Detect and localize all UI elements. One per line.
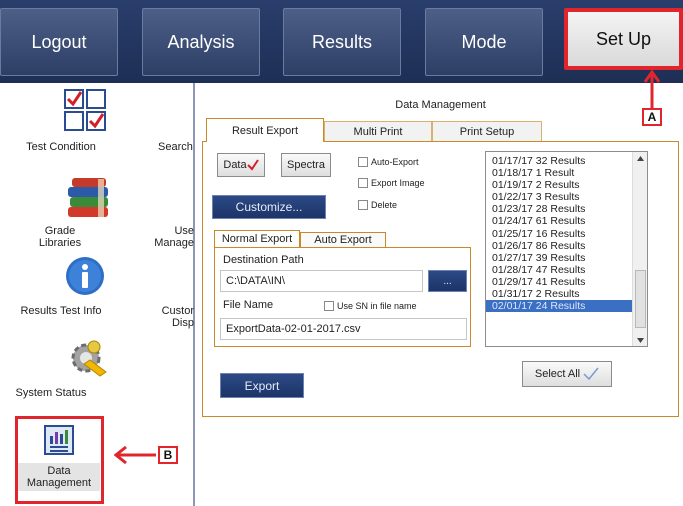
list-item[interactable]: 01/26/17 86 Results <box>486 240 647 252</box>
sidebar-item-user-management[interactable]: Use Manage <box>152 225 194 249</box>
list-item[interactable]: 01/18/17 1 Result <box>486 167 647 179</box>
subtab-normal-export[interactable]: Normal Export <box>214 230 300 247</box>
setup-button[interactable]: Set Up <box>564 8 683 70</box>
use-sn-label: Use SN in file name <box>337 301 417 311</box>
sidebar: Test Condition Search Grade Libraries Us… <box>0 83 195 506</box>
spectra-button[interactable]: Spectra <box>281 153 331 177</box>
sidebar-item-grade-libraries[interactable]: Grade Libraries <box>25 225 95 249</box>
tab-result-export[interactable]: Result Export <box>206 118 324 142</box>
logout-button[interactable]: Logout <box>0 8 118 76</box>
checkmark-icon <box>246 159 259 171</box>
select-all-label: Select All <box>534 368 581 380</box>
auto-export-box[interactable] <box>358 157 368 167</box>
select-all-button[interactable]: Select All <box>522 361 612 387</box>
results-list-scrollbar[interactable] <box>632 152 647 346</box>
auto-export-label: Auto-Export <box>371 157 419 167</box>
mode-button[interactable]: Mode <box>425 8 543 76</box>
file-name-input[interactable]: ExportData-02-01-2017.csv <box>220 318 467 340</box>
use-sn-box[interactable] <box>324 301 334 311</box>
auto-export-checkbox[interactable]: Auto-Export <box>358 157 419 167</box>
sidebar-display-label: Disp <box>171 317 194 329</box>
export-image-label: Export Image <box>371 178 425 188</box>
list-item[interactable]: 01/22/17 3 Results <box>486 191 647 203</box>
test-condition-icon[interactable] <box>64 89 106 131</box>
tab-print-setup[interactable]: Print Setup <box>432 121 542 141</box>
list-item[interactable]: 01/19/17 2 Results <box>486 179 647 191</box>
callout-label-a: A <box>642 108 662 126</box>
checkmark-icon <box>583 367 599 381</box>
delete-box[interactable] <box>358 200 368 210</box>
results-list-items: 01/17/17 32 Results 01/18/17 1 Result 01… <box>486 152 647 313</box>
delete-label: Delete <box>371 200 398 210</box>
scroll-down-icon[interactable] <box>637 338 644 343</box>
books-icon[interactable] <box>66 177 110 221</box>
scroll-thumb[interactable] <box>635 270 646 328</box>
customize-button[interactable]: Customize... <box>212 195 326 219</box>
data-button-label: Data <box>223 159 247 171</box>
spectra-button-label: Spectra <box>287 159 325 171</box>
results-list[interactable]: 01/17/17 32 Results 01/18/17 1 Result 01… <box>485 151 648 347</box>
export-image-checkbox[interactable]: Export Image <box>358 178 425 188</box>
list-item[interactable]: 01/28/17 47 Results <box>486 264 647 276</box>
destination-path-label: Destination Path <box>223 254 304 266</box>
callout-label-b: B <box>158 446 178 464</box>
list-item[interactable]: 01/29/17 41 Results <box>486 276 647 288</box>
sidebar-item-search[interactable]: Search <box>158 141 194 153</box>
list-item[interactable]: 01/27/17 39 Results <box>486 252 647 264</box>
sidebar-item-results-test-info[interactable]: Results Test Info <box>18 305 104 317</box>
use-sn-checkbox[interactable]: Use SN in file name <box>324 301 417 311</box>
data-button[interactable]: Data <box>217 153 265 177</box>
panel-title: Data Management <box>395 99 486 111</box>
subtab-auto-export[interactable]: Auto Export <box>300 232 386 247</box>
top-nav-bar: Logout Analysis Results Mode Set Up <box>0 0 683 83</box>
list-item[interactable]: 01/31/17 2 Results <box>486 288 647 300</box>
sidebar-item-custom-display[interactable]: Custor Disp <box>150 305 194 329</box>
callout-arrow-a-icon <box>643 70 661 108</box>
scroll-up-icon[interactable] <box>637 156 644 161</box>
results-button[interactable]: Results <box>283 8 401 76</box>
export-image-box[interactable] <box>358 178 368 188</box>
destination-path-input[interactable]: C:\DATA\IN\ <box>220 270 423 292</box>
sidebar-user-label: Use <box>174 225 194 237</box>
gear-wrench-icon[interactable] <box>66 338 110 378</box>
analysis-button[interactable]: Analysis <box>142 8 260 76</box>
sidebar-custom-label: Custor <box>161 305 194 317</box>
sidebar-manage-label: Manage <box>154 237 194 249</box>
sidebar-item-test-condition[interactable]: Test Condition <box>16 141 106 153</box>
list-item[interactable]: 01/23/17 28 Results <box>486 203 647 215</box>
tab-multi-print[interactable]: Multi Print <box>324 121 432 141</box>
export-button[interactable]: Export <box>220 373 304 398</box>
callout-arrow-b-icon <box>114 445 156 465</box>
list-item-selected[interactable]: 02/01/17 24 Results <box>486 300 633 313</box>
info-icon[interactable] <box>65 256 105 296</box>
list-item[interactable]: 01/25/17 16 Results <box>486 228 647 240</box>
list-item[interactable]: 01/24/17 61 Results <box>486 215 647 227</box>
data-management-panel: Data Management Result Export Multi Prin… <box>198 93 683 423</box>
sidebar-item-system-status[interactable]: System Status <box>6 387 96 399</box>
sidebar-item-data-management[interactable]: Data Management <box>18 463 100 491</box>
browse-button[interactable]: ... <box>428 270 467 292</box>
list-item[interactable]: 01/17/17 32 Results <box>486 155 647 167</box>
data-management-icon[interactable] <box>43 425 75 455</box>
file-name-label: File Name <box>223 299 274 311</box>
delete-checkbox[interactable]: Delete <box>358 200 397 210</box>
